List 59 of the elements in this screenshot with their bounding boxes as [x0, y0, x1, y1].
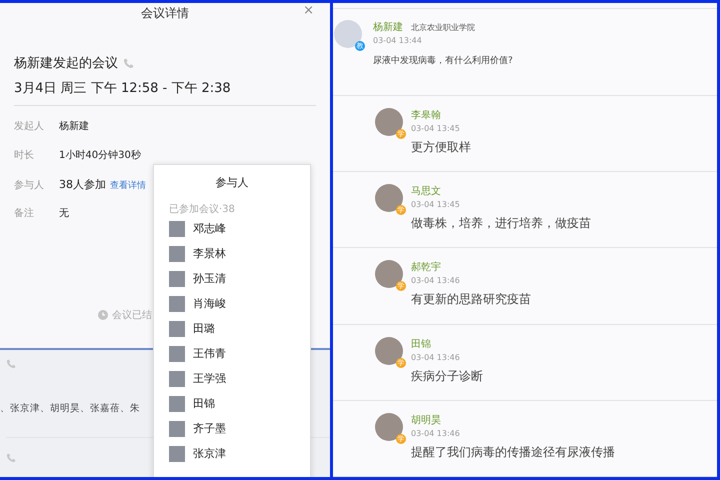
- popup-title: 参与人: [214, 175, 250, 190]
- post-text: 尿液中发现病毒，有什么利用价值?: [373, 54, 513, 67]
- photo-placeholder: [169, 370, 185, 386]
- participant-name[interactable]: 王伟青: [193, 346, 226, 361]
- popup-subtitle: 已参加会议·38: [169, 202, 236, 216]
- participant-name[interactable]: 田锦: [193, 396, 215, 411]
- field-value: 杨新建: [59, 120, 89, 134]
- participant-name[interactable]: 邓志峰: [193, 221, 226, 236]
- reply-text: 做毒株，培养，进行培养，做疫苗: [411, 215, 591, 232]
- photo-placeholder: [169, 246, 185, 262]
- field-label: 时长: [14, 148, 35, 163]
- avatar-placeholder: [375, 260, 403, 288]
- participant-name[interactable]: 张京津: [193, 446, 226, 461]
- photo-placeholder: [169, 270, 185, 286]
- school-name: 北京农业职业学院: [411, 22, 475, 33]
- photo-placeholder: [169, 296, 185, 312]
- participant-name[interactable]: 孙玉清: [193, 271, 226, 286]
- meeting-title: 杨新建发起的会议: [14, 55, 118, 72]
- photo-placeholder: [169, 396, 185, 412]
- avatar-placeholder: [375, 412, 403, 441]
- phone-icon: [6, 359, 16, 369]
- participant-name[interactable]: 李景林: [193, 246, 226, 261]
- avatar-placeholder: [375, 336, 403, 365]
- field-value: 38人参加: [59, 177, 106, 193]
- reply-time: 03-04 13:45: [411, 124, 461, 133]
- reply-text: 疾病分子诊断: [411, 368, 483, 385]
- photo-placeholder: [169, 220, 185, 236]
- photo-placeholder: [169, 420, 185, 436]
- participant-name[interactable]: 齐子墨: [193, 421, 226, 436]
- meeting-time: 3月4日 周三 下午 12:58 - 下午 2:38: [14, 80, 232, 97]
- field-value: 无: [59, 207, 69, 221]
- avatar-placeholder: [375, 108, 403, 136]
- field-label: 参与人: [14, 178, 45, 193]
- dialog-title: 会议详情: [141, 5, 189, 22]
- field-value: 1小时40分钟30秒: [59, 148, 141, 163]
- avatar-placeholder: [375, 184, 403, 212]
- reply-text: 有更新的思路研究疫苗: [411, 291, 531, 308]
- reply-time: 03-04 13:46: [411, 276, 461, 286]
- participant-name[interactable]: 肖海峻: [193, 296, 226, 311]
- reply-time: 03-04 13:46: [411, 352, 461, 362]
- details-link[interactable]: 查看详情: [110, 172, 146, 201]
- reply-text: 更方便取样: [411, 138, 471, 156]
- photo-placeholder: [169, 320, 185, 336]
- post-time: 03-04 13:44: [373, 36, 423, 45]
- field-label: 备注: [14, 206, 35, 221]
- photo-placeholder: [169, 346, 185, 362]
- avatar-placeholder: [334, 20, 362, 48]
- photo-placeholder: [169, 446, 185, 462]
- clock-icon: [98, 310, 108, 320]
- meeting-status: 会议已结: [112, 308, 152, 322]
- reply-text: 提醒了我们病毒的传播途径有尿液传播: [411, 444, 615, 461]
- phone-icon: [123, 58, 134, 68]
- participant-name[interactable]: 王学强: [193, 371, 226, 386]
- field-label: 发起人: [14, 120, 45, 134]
- reply-time: 03-04 13:45: [411, 200, 461, 210]
- phone-icon: [6, 453, 16, 463]
- participant-name[interactable]: 田璐: [193, 321, 215, 336]
- participant-names: 、张京津、胡明昊、张嘉蓓、朱: [0, 402, 140, 415]
- reply-time: 03-04 13:46: [411, 428, 461, 438]
